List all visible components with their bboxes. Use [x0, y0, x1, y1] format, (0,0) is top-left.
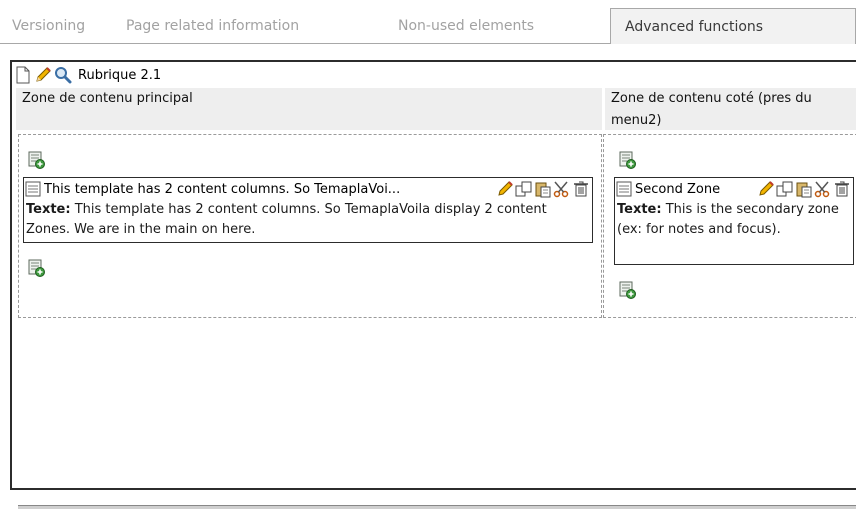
tab-bar-divider: [0, 43, 610, 44]
content-element-main: This template has 2 content columns. So …: [23, 177, 593, 243]
tab-page-related-information[interactable]: Page related information: [126, 9, 299, 43]
tab-advanced-functions[interactable]: Advanced functions: [610, 8, 856, 44]
content-element-side: Second Zone Texte: This is the secondary…: [614, 177, 854, 265]
content-element-header: This template has 2 content columns. So …: [24, 178, 592, 200]
new-content-element-icon[interactable]: [618, 151, 636, 169]
cut-scissors-icon[interactable]: [814, 180, 832, 198]
content-element-title: This template has 2 content columns. So …: [44, 181, 401, 197]
content-element-body: Texte: This template has 2 content colum…: [24, 200, 592, 244]
cut-scissors-icon[interactable]: [553, 180, 571, 198]
copy-icon[interactable]: [515, 180, 533, 198]
page-module-frame: Rubrique 2.1 Zone de contenu principal Z…: [10, 60, 856, 490]
edit-pencil-icon[interactable]: [34, 66, 52, 84]
edit-pencil-icon[interactable]: [496, 180, 514, 198]
horizontal-scrollbar[interactable]: [18, 505, 856, 509]
view-magnifier-icon[interactable]: [54, 66, 72, 84]
new-content-element-icon[interactable]: [27, 259, 45, 277]
content-element-title: Second Zone: [635, 181, 721, 197]
tab-versioning[interactable]: Versioning: [12, 9, 85, 43]
page-icon[interactable]: [14, 66, 32, 84]
side-content-zone: Second Zone Texte: This is the secondary…: [603, 134, 856, 318]
text-element-icon: [24, 180, 42, 198]
tab-non-used-elements[interactable]: Non-used elements: [398, 9, 534, 43]
content-element-body: Texte: This is the secondary zone (ex: f…: [615, 200, 853, 244]
paste-icon[interactable]: [795, 180, 813, 198]
side-zone-header: Zone de contenu coté (pres du menu2): [605, 88, 856, 130]
edit-pencil-icon[interactable]: [757, 180, 775, 198]
field-label: Texte:: [617, 202, 662, 217]
field-label: Texte:: [26, 202, 71, 217]
paste-icon[interactable]: [534, 180, 552, 198]
main-zone-header: Zone de contenu principal: [16, 88, 602, 130]
delete-trash-icon[interactable]: [833, 180, 851, 198]
content-element-toolbar: [757, 180, 853, 198]
copy-icon[interactable]: [776, 180, 794, 198]
module-tab-bar: Versioning Page related information Non-…: [0, 0, 856, 44]
main-content-zone: This template has 2 content columns. So …: [18, 134, 602, 318]
text-element-icon: [615, 180, 633, 198]
content-element-toolbar: [496, 180, 592, 198]
delete-trash-icon[interactable]: [572, 180, 590, 198]
new-content-element-icon[interactable]: [27, 151, 45, 169]
page-title: Rubrique 2.1: [78, 67, 162, 83]
content-element-header: Second Zone: [615, 178, 853, 200]
field-text: This template has 2 content columns. So …: [26, 202, 547, 237]
page-header: Rubrique 2.1: [14, 64, 161, 86]
new-content-element-icon[interactable]: [618, 281, 636, 299]
